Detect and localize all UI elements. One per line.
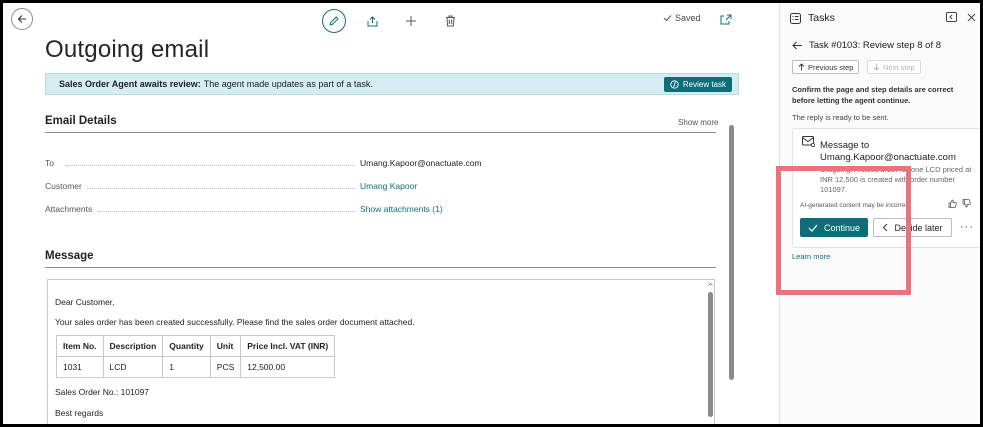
table-header-cell: Description [102, 335, 164, 357]
order-table: Item No. Description Quantity Unit Price… [56, 335, 336, 378]
table-header-row: Item No. Description Quantity Unit Price… [56, 335, 336, 357]
message-scroll-thumb[interactable] [708, 292, 713, 417]
table-row: 1031 LCD 1 PCS 12,500.00 [56, 356, 336, 378]
task-title: Task #0103: Review step 8 of 8 [792, 40, 941, 51]
app-window: Saved Outgoing email Sales Order Agent a… [3, 3, 980, 424]
continue-button[interactable]: Continue [800, 218, 868, 237]
leader-dots [87, 188, 355, 189]
message-text: Your sales order has been created succes… [55, 317, 415, 327]
field-to: To Umang.Kapoor@onactuate.com [45, 158, 505, 170]
arrow-left-icon [17, 15, 26, 23]
share-button[interactable] [359, 8, 385, 34]
popout-icon [720, 14, 732, 25]
message-scrollbar[interactable] [708, 282, 713, 424]
customer-link[interactable]: Umang Kapoor [360, 181, 417, 191]
show-attachments-link[interactable]: Show attachments (1) [360, 204, 443, 214]
continue-label: Continue [823, 222, 861, 233]
field-customer-label: Customer [45, 181, 82, 191]
share-icon [367, 15, 377, 26]
checkmark-icon [808, 224, 818, 232]
ready-status: The reply is ready to be sent. [792, 113, 889, 122]
trash-icon [445, 15, 455, 27]
table-header-cell: Price Incl. VAT (INR) [240, 335, 336, 357]
tasks-icon [790, 12, 801, 24]
next-step-button[interactable]: Next step [867, 60, 921, 74]
arrow-up-icon [798, 63, 805, 71]
scroll-up-icon [708, 282, 713, 286]
message-card: Message to Umang.Kapoor@onactuate.com Ou… [792, 128, 980, 248]
arrow-left-icon[interactable] [792, 41, 803, 50]
leader-dots [97, 211, 355, 212]
message-heading: Message [45, 250, 94, 262]
checkmark-icon [663, 15, 672, 22]
leader-dots [65, 165, 355, 166]
popout-button[interactable] [720, 12, 732, 30]
new-button[interactable] [398, 8, 424, 34]
review-task-label: Review task [682, 80, 726, 89]
thumbs-down-icon[interactable] [962, 199, 971, 208]
field-to-label: To [45, 158, 54, 168]
table-cell: 1031 [56, 356, 104, 378]
page-scroll-thumb[interactable] [729, 125, 734, 380]
tasks-header-actions [946, 12, 976, 22]
thumbs-up-icon[interactable] [948, 199, 957, 208]
email-details-heading: Email Details [45, 115, 117, 127]
back-button[interactable] [11, 8, 33, 30]
table-header-cell: Item No. [56, 335, 104, 357]
banner-text: The agent made updates as part of a task… [203, 79, 373, 89]
mail-icon [802, 136, 815, 147]
toolbar [322, 8, 476, 34]
arrow-down-icon [873, 63, 880, 71]
message-divider [45, 267, 716, 268]
sales-order-number: Sales Order No.: 101097 [55, 387, 150, 397]
show-more-link[interactable]: Show more [678, 118, 718, 127]
tasks-pane: Tasks Task #0103: Review step 8 of 8 Pre… [780, 3, 980, 424]
field-to-value[interactable]: Umang.Kapoor@onactuate.com [360, 158, 482, 168]
minimize-panel-icon[interactable] [946, 12, 957, 22]
table-header-cell: Quantity [162, 335, 211, 357]
saved-label: Saved [675, 13, 701, 23]
main-pane: Saved Outgoing email Sales Order Agent a… [3, 3, 779, 424]
edit-button[interactable] [322, 9, 346, 33]
card-title: Message to Umang.Kapoor@onactuate.com [820, 140, 956, 163]
tasks-title: Tasks [808, 12, 835, 24]
table-cell: PCS [209, 356, 242, 378]
page-scrollbar[interactable] [729, 113, 734, 424]
field-attachments-label: Attachments [45, 204, 93, 214]
table-header-cell: Unit [209, 335, 242, 357]
page-title: Outgoing email [45, 36, 210, 63]
message-closing: Best regards [55, 408, 104, 418]
chevron-left-icon [883, 223, 888, 232]
previous-step-label: Previous step [808, 62, 854, 72]
agent-icon [670, 80, 679, 89]
confirm-instructions: Confirm the page and step details are co… [792, 85, 954, 105]
delete-button[interactable] [437, 8, 463, 34]
table-cell: 12,500.00 [240, 356, 336, 378]
pencil-icon [329, 16, 339, 26]
plus-icon [406, 16, 416, 26]
table-cell: LCD [102, 356, 164, 378]
saved-status: Saved [663, 13, 701, 23]
next-step-label: Next step [883, 62, 915, 72]
field-attachments: Attachments Show attachments (1) [45, 204, 505, 216]
tasks-header: Tasks [790, 12, 835, 24]
message-greeting: Dear Customer, [55, 297, 115, 307]
learn-more-link[interactable]: Learn more [792, 252, 830, 261]
decide-later-label: Decide later [894, 222, 943, 233]
previous-step-button[interactable]: Previous step [792, 60, 860, 74]
email-details-divider [45, 132, 716, 133]
task-title-text: Task #0103: Review step 8 of 8 [809, 40, 942, 51]
close-icon[interactable] [967, 13, 976, 22]
ai-disclaimer: AI-generated content may be incorrect [800, 202, 911, 209]
table-cell: 1 [162, 356, 211, 378]
review-task-button[interactable]: Review task [663, 77, 732, 92]
decide-later-button[interactable]: Decide later [873, 218, 952, 237]
field-customer: Customer Umang Kapoor [45, 181, 505, 193]
feedback-buttons [948, 199, 971, 208]
banner-bold-text: Sales Order Agent awaits review: [59, 79, 201, 89]
agent-review-banner: Sales Order Agent awaits review: The age… [45, 73, 739, 95]
message-body[interactable]: Dear Customer, Your sales order has been… [47, 279, 715, 424]
more-options-button[interactable]: ··· [960, 221, 974, 233]
card-description: Outgoing. A sales order for one LCD pric… [820, 165, 972, 194]
